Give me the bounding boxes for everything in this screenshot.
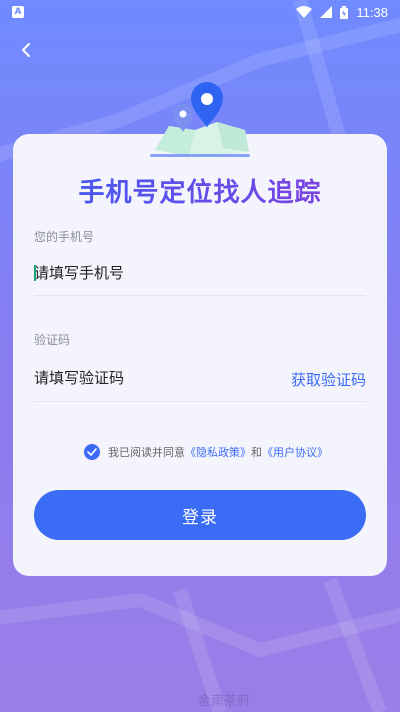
map-pin-icon (145, 78, 255, 158)
status-bar: A 11:38 (0, 0, 400, 24)
wifi-icon (296, 6, 313, 18)
text-caret (34, 265, 36, 281)
code-input[interactable] (34, 360, 274, 396)
user-agreement-link[interactable]: 《用户协议》 (262, 446, 328, 459)
agreement-row: 我已阅读并同意《隐私政策》和《用户协议》 (84, 444, 328, 460)
phone-input[interactable] (34, 255, 366, 291)
privacy-policy-link[interactable]: 《隐私政策》 (185, 446, 251, 459)
login-button[interactable]: 登录 (34, 490, 366, 540)
notification-icon: A (12, 6, 24, 18)
back-arrow-icon[interactable] (14, 38, 38, 62)
battery-icon (340, 5, 349, 19)
page-title: 手机号定位找人追踪 (13, 172, 387, 209)
agreement-and: 和 (251, 446, 262, 459)
get-code-button[interactable]: 获取验证码 (291, 369, 366, 390)
code-divider (34, 401, 366, 402)
map-street-label: 金南茶府 (198, 694, 251, 709)
clock: 11:38 (356, 4, 388, 20)
check-icon[interactable] (84, 444, 100, 460)
code-label: 验证码 (34, 333, 71, 347)
phone-label: 您的手机号 (34, 230, 95, 244)
signal-icon (320, 6, 333, 18)
agreement-text: 我已阅读并同意 (108, 446, 185, 459)
phone-divider (34, 295, 366, 296)
